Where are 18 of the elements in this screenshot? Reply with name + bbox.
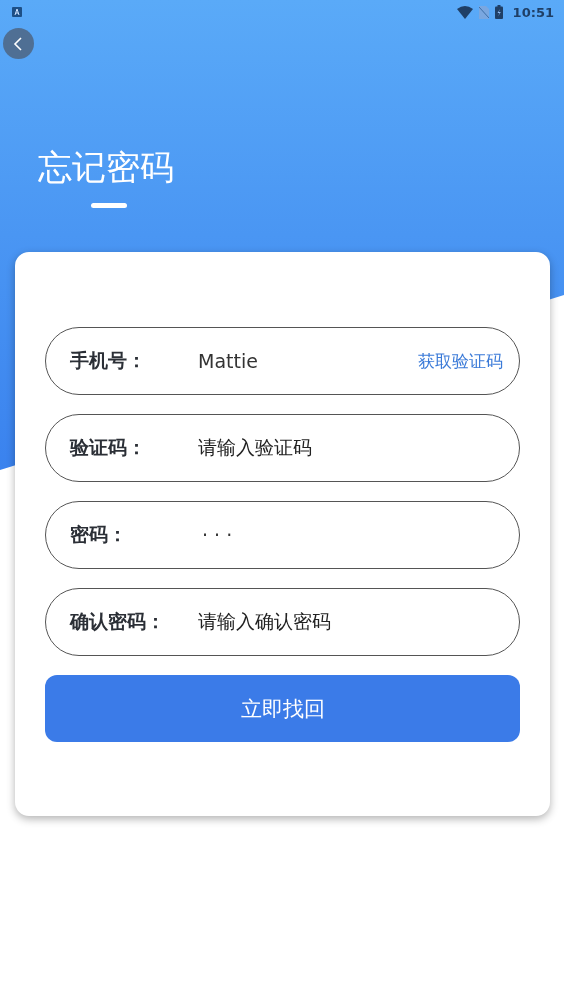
wifi-icon	[456, 5, 473, 19]
battery-icon	[494, 5, 503, 19]
app-notification-icon	[12, 7, 22, 17]
chevron-left-icon	[12, 36, 25, 51]
status-time: 10:51	[512, 4, 554, 20]
field-label: 验证码：	[70, 435, 147, 460]
submit-button[interactable]: 立即找回	[45, 675, 520, 742]
page-title: 忘记密码	[38, 147, 174, 187]
password-value: · · ·	[201, 524, 234, 546]
no-sim-icon	[478, 5, 489, 19]
field-placeholder: 请输入验证码	[198, 435, 313, 460]
field-label: 手机号：	[70, 348, 147, 373]
field-label: 密码：	[70, 522, 128, 547]
field-value: Mattie	[198, 350, 259, 372]
field-placeholder: 请输入确认密码	[198, 609, 332, 634]
get-code-link[interactable]: 获取验证码	[418, 349, 503, 373]
field-label: 确认密码：	[70, 609, 166, 634]
title-underline	[91, 203, 127, 208]
